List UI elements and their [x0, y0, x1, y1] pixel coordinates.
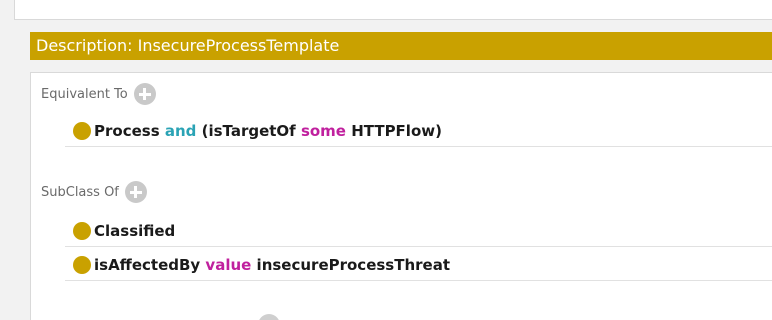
- subclass-of-label: SubClass Of: [41, 184, 119, 200]
- description-header: Description: InsecureProcessTemplate: [30, 32, 772, 60]
- axiom-filler: HTTPFlow): [345, 121, 442, 140]
- class-dot-icon: [73, 221, 91, 240]
- keyword-and: and: [159, 121, 202, 140]
- axiom-class: Classified: [94, 221, 176, 240]
- axiom-property: (isTargetOf: [201, 121, 301, 140]
- class-dot-icon: [73, 255, 91, 274]
- equivalent-to-section: Equivalent To: [41, 83, 156, 105]
- previous-panel: [14, 0, 772, 20]
- axiom-individual: insecureProcessThreat: [251, 255, 451, 274]
- class-dot-icon: [73, 121, 91, 140]
- subclass-axiom-row[interactable]: isAffectedBy value insecureProcessThreat: [65, 249, 772, 281]
- keyword-value: value: [205, 255, 252, 274]
- description-panel: Equivalent To Process and (isTargetOf so…: [30, 72, 772, 320]
- add-subclass-icon[interactable]: [124, 181, 147, 203]
- add-equivalent-icon[interactable]: [133, 83, 156, 105]
- equivalent-to-label: Equivalent To: [41, 86, 128, 102]
- keyword-some: some: [300, 121, 346, 140]
- subclass-of-section: SubClass Of: [41, 181, 147, 203]
- subclass-axiom-row[interactable]: Classified: [65, 215, 772, 247]
- class-description-view: Description: InsecureProcessTemplate Equ…: [0, 0, 772, 320]
- axiom-class: Process: [94, 121, 160, 140]
- axiom-property: isAffectedBy: [94, 255, 206, 274]
- equivalent-axiom-row[interactable]: Process and (isTargetOf some HTTPFlow): [65, 115, 772, 147]
